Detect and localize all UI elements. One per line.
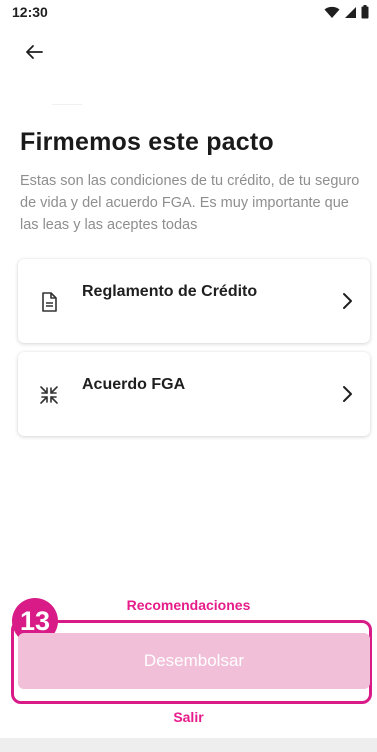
status-bar: 12:30 (0, 0, 377, 26)
recommendations-link[interactable]: Recomendaciones (0, 597, 377, 613)
back-button[interactable] (16, 36, 52, 68)
wifi-icon (324, 6, 340, 18)
disburse-button[interactable]: Desembolsar (18, 633, 370, 689)
page-subtitle: Estas son las condiciones de tu crédito,… (20, 173, 360, 233)
document-icon (42, 292, 57, 312)
compress-arrows-icon (40, 386, 58, 404)
card-label: Reglamento de Crédito (82, 283, 258, 300)
divider (52, 104, 82, 105)
chevron-right-icon (343, 386, 352, 402)
exit-link[interactable]: Salir (0, 709, 377, 725)
signal-icon (345, 6, 356, 18)
arrow-left-icon (26, 45, 43, 59)
page-title: Firmemos este pacto (20, 128, 274, 156)
card-acuerdo-fga[interactable]: Acuerdo FGA (18, 352, 370, 436)
chevron-right-icon (343, 293, 352, 309)
status-time: 12:30 (12, 4, 48, 20)
navigation-bar (0, 738, 377, 752)
battery-icon (361, 5, 369, 19)
status-icons (324, 5, 369, 19)
card-label: Acuerdo FGA (82, 376, 186, 393)
card-reglamento-credito[interactable]: Reglamento de Crédito (18, 259, 370, 343)
